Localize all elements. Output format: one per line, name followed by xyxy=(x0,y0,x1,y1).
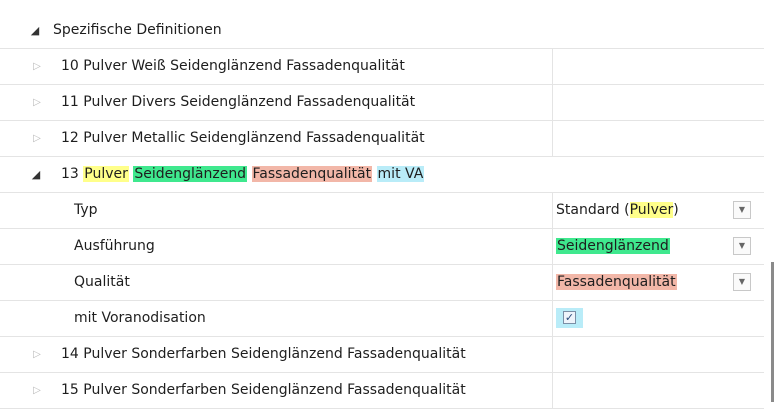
column-divider xyxy=(552,193,553,228)
collapsed-arrow-icon[interactable]: ▷ xyxy=(30,121,44,156)
tree-item-10[interactable]: ▷ 10 Pulver Weiß Seidenglänzend Fassaden… xyxy=(0,49,764,85)
column-divider xyxy=(552,265,553,300)
highlight-fassadenqualitaet: Fassadenqualität xyxy=(251,166,373,182)
property-row-ausfuehrung[interactable]: Ausführung Seidenglänzend ▼ xyxy=(0,229,764,265)
column-divider xyxy=(552,337,553,372)
highlight-seidenglaenzend: Seidenglänzend xyxy=(556,238,670,254)
property-row-qualitaet[interactable]: Qualität Fassadenqualität ▼ xyxy=(0,265,764,301)
tree-item-13[interactable]: ◢ 13 Pulver Seidenglänzend Fassadenquali… xyxy=(0,157,764,193)
highlight-seidenglaenzend: Seidenglänzend xyxy=(133,166,248,182)
column-divider xyxy=(552,49,553,84)
item-number: 13 xyxy=(61,166,79,182)
collapsed-arrow-icon[interactable]: ▷ xyxy=(30,337,44,372)
column-divider xyxy=(552,85,553,120)
highlight-mit-va: mit VA xyxy=(376,166,425,182)
category-row-spezifische-definitionen[interactable]: ◢ Spezifische Definitionen xyxy=(0,13,764,49)
column-divider xyxy=(552,229,553,264)
tree-item-15[interactable]: ▷ 15 Pulver Sonderfarben Seidenglänzend … xyxy=(0,373,764,409)
category-label: Spezifische Definitionen xyxy=(53,22,222,38)
dropdown-arrow-icon[interactable]: ▼ xyxy=(733,201,751,219)
property-value-typ[interactable]: Standard (Pulver) xyxy=(556,193,679,228)
dropdown-arrow-icon[interactable]: ▼ xyxy=(733,237,751,255)
tree-item-label: 12 Pulver Metallic Seidenglänzend Fassad… xyxy=(61,130,425,146)
tree-item-14[interactable]: ▷ 14 Pulver Sonderfarben Seidenglänzend … xyxy=(0,337,764,373)
typ-value-prefix: Standard ( xyxy=(556,202,630,218)
voranodisation-checkbox[interactable]: ✓ xyxy=(563,311,576,324)
property-grid: ◢ Spezifische Definitionen ▷ 10 Pulver W… xyxy=(0,0,779,409)
collapsed-arrow-icon[interactable]: ▷ xyxy=(30,85,44,120)
property-row-voranodisation[interactable]: mit Voranodisation ✓ xyxy=(0,301,764,337)
expanded-arrow-icon[interactable]: ◢ xyxy=(29,157,43,192)
highlight-pulver: Pulver xyxy=(83,166,129,182)
column-divider xyxy=(552,121,553,156)
tree-item-13-label: 13 Pulver Seidenglänzend Fassadenqualitä… xyxy=(61,157,425,192)
highlight-fassadenqualitaet: Fassadenqualität xyxy=(556,274,677,290)
property-label: Ausführung xyxy=(74,238,155,254)
column-divider xyxy=(552,301,553,336)
property-value-qualitaet[interactable]: Fassadenqualität xyxy=(556,265,677,300)
typ-value-suffix: ) xyxy=(673,202,679,218)
property-value-ausfuehrung[interactable]: Seidenglänzend xyxy=(556,229,670,264)
tree-item-label: 15 Pulver Sonderfarben Seidenglänzend Fa… xyxy=(61,382,466,398)
property-label: Typ xyxy=(74,202,98,218)
property-label: mit Voranodisation xyxy=(74,310,206,326)
collapsed-arrow-icon[interactable]: ▷ xyxy=(30,49,44,84)
expanded-arrow-icon[interactable]: ◢ xyxy=(28,13,42,48)
vertical-scrollbar[interactable] xyxy=(771,262,774,402)
tree-item-label: 11 Pulver Divers Seidenglänzend Fassaden… xyxy=(61,94,416,110)
dropdown-arrow-icon[interactable]: ▼ xyxy=(733,273,751,291)
tree-item-12[interactable]: ▷ 12 Pulver Metallic Seidenglänzend Fass… xyxy=(0,121,764,157)
tree-item-label: 10 Pulver Weiß Seidenglänzend Fassadenqu… xyxy=(61,58,405,74)
voranodisation-checkbox-highlight: ✓ xyxy=(556,308,583,328)
collapsed-arrow-icon[interactable]: ▷ xyxy=(30,373,44,408)
property-row-typ[interactable]: Typ Standard (Pulver) ▼ xyxy=(0,193,764,229)
property-label: Qualität xyxy=(74,274,130,290)
tree-item-label: 14 Pulver Sonderfarben Seidenglänzend Fa… xyxy=(61,346,466,362)
tree-item-11[interactable]: ▷ 11 Pulver Divers Seidenglänzend Fassad… xyxy=(0,85,764,121)
highlight-pulver: Pulver xyxy=(629,202,674,218)
column-divider xyxy=(552,373,553,408)
